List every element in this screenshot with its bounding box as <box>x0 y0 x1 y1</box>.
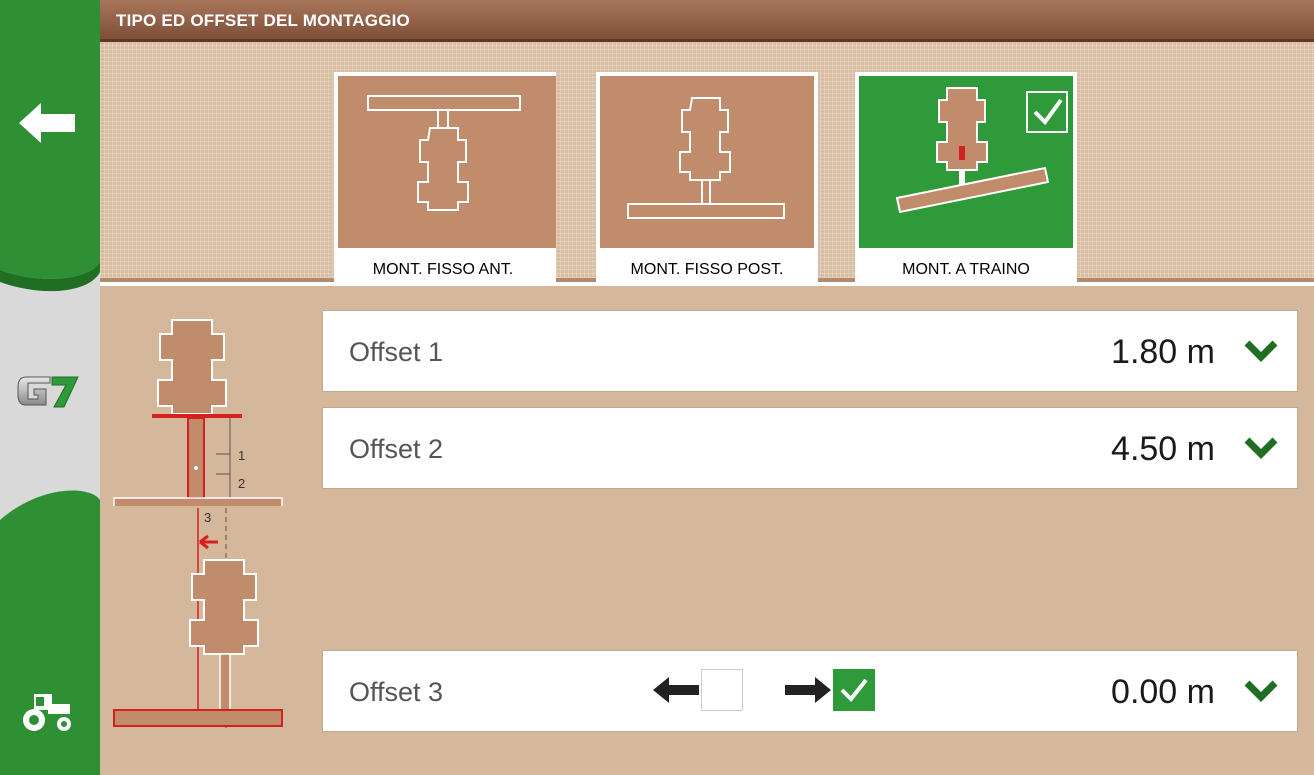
back-arrow-icon <box>19 103 75 143</box>
g7-home-button[interactable] <box>8 356 88 426</box>
chevron-down-icon[interactable] <box>1243 677 1279 707</box>
direction-left-checkbox[interactable] <box>701 669 743 711</box>
checkmark-icon <box>840 678 868 703</box>
offset-1-row[interactable]: Offset 1 1.80 m <box>322 310 1298 392</box>
header-bar: TIPO ED OFFSET DEL MONTAGGIO <box>100 0 1314 42</box>
mount-rear-fixed-card[interactable]: MONT. FISSO POST. <box>596 72 818 290</box>
arrow-right-icon <box>785 677 831 703</box>
offset-3-label: Offset 3 <box>349 677 444 707</box>
back-button[interactable] <box>8 88 88 158</box>
mount-towed-card[interactable]: MONT. A TRAINO <box>855 72 1077 290</box>
diagram-label-1: 1 <box>238 448 245 463</box>
offset-2-value: 4.50 m <box>1111 430 1215 468</box>
offset-3-direction-left[interactable] <box>651 669 743 711</box>
mount-towed-image <box>859 76 1073 248</box>
offset-3-diagram: 3 <box>108 508 288 738</box>
rear-fixed-mount-icon <box>627 97 785 219</box>
diagram-label-3: 3 <box>204 510 211 525</box>
direction-right-checkbox[interactable] <box>833 669 875 711</box>
page-title: TIPO ED OFFSET DEL MONTAGGIO <box>116 11 410 30</box>
chevron-down-icon[interactable] <box>1243 434 1279 464</box>
offset-settings-area: 1 2 3 Offset 1 1.80 m Offset 2 4.50 m Of… <box>100 286 1314 775</box>
offset-1-value: 1.80 m <box>1111 333 1215 371</box>
offset-1-2-diagram-icon: 1 2 <box>113 319 283 513</box>
offset-1-2-diagram: 1 2 <box>108 306 288 513</box>
mount-type-panel: MONT. FISSO ANT. MONT. FISSO POST. MONT.… <box>100 42 1314 290</box>
mount-rear-fixed-image <box>600 76 814 248</box>
arrow-left-icon <box>653 677 699 703</box>
offset-3-diagram-icon: 3 <box>113 508 283 728</box>
offset-3-row[interactable]: Offset 3 0.00 m <box>322 650 1298 732</box>
offset-1-label: Offset 1 <box>349 337 444 367</box>
mount-front-fixed-image <box>338 76 556 248</box>
offset-2-row[interactable]: Offset 2 4.50 m <box>322 407 1298 489</box>
front-fixed-mount-icon <box>367 95 521 211</box>
diagram-label-2: 2 <box>238 476 245 491</box>
mount-rear-fixed-label: MONT. FISSO POST. <box>630 261 784 278</box>
offset-2-label: Offset 2 <box>349 434 444 464</box>
offset-3-direction-right[interactable] <box>783 669 875 711</box>
chevron-down-icon[interactable] <box>1243 337 1279 367</box>
offset-3-value: 0.00 m <box>1111 673 1215 711</box>
mount-front-fixed-card[interactable]: MONT. FISSO ANT. <box>334 72 556 290</box>
tractor-button[interactable] <box>8 676 88 746</box>
g7-logo-icon <box>17 376 79 408</box>
mount-front-fixed-label: MONT. FISSO ANT. <box>372 261 514 278</box>
towed-mount-icon <box>895 87 1068 214</box>
sidebar <box>0 0 100 775</box>
tractor-icon <box>23 694 71 731</box>
mount-towed-label: MONT. A TRAINO <box>902 261 1030 278</box>
